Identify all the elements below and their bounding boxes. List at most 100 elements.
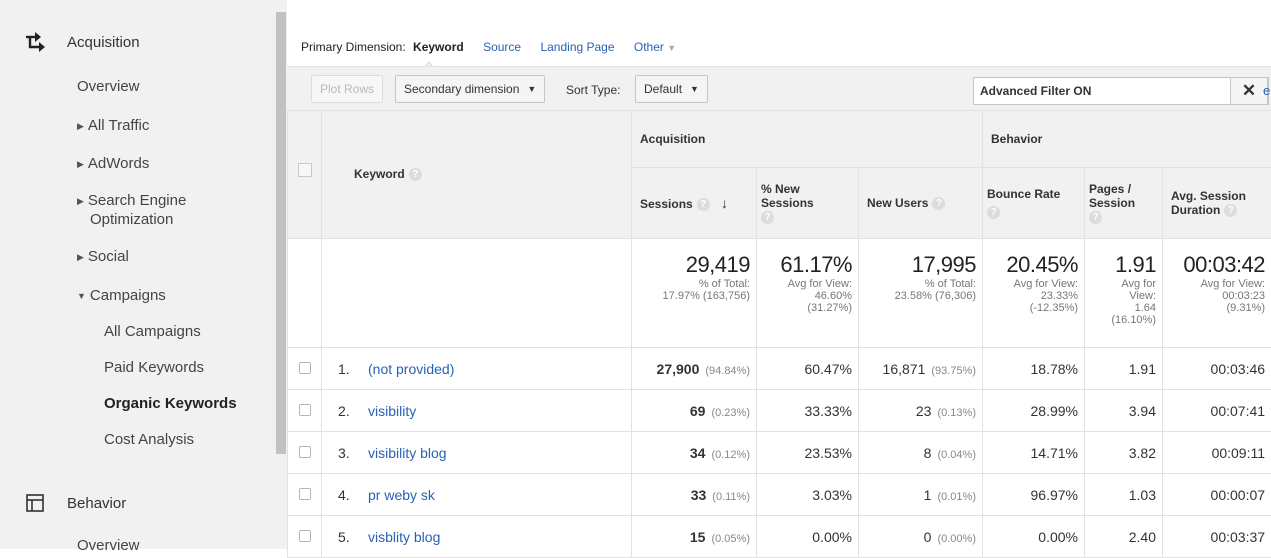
new-sessions-cell: 0.00% bbox=[757, 516, 859, 558]
select-all-checkbox[interactable] bbox=[298, 163, 312, 177]
new-users-cell: 8(0.04%) bbox=[859, 432, 983, 474]
summary-note: 23.58% (76,306) bbox=[859, 290, 982, 302]
summary-value: 1.91 bbox=[1085, 252, 1162, 278]
summary-note: % of Total: bbox=[859, 278, 982, 290]
new-users-cell: 0(0.00%) bbox=[859, 516, 983, 558]
new-sessions-header-l2: Sessions bbox=[761, 196, 814, 210]
new-users-header[interactable]: New Users? bbox=[859, 168, 983, 239]
advanced-filter-field[interactable]: Advanced Filter ON ✕ bbox=[973, 77, 1269, 105]
row-checkbox[interactable] bbox=[299, 362, 311, 374]
sidebar-item-all-traffic[interactable]: ▶All Traffic bbox=[77, 117, 149, 134]
sidebar-item-campaigns[interactable]: ▼Campaigns bbox=[77, 287, 166, 304]
secondary-dimension-dropdown[interactable]: Secondary dimension▼ bbox=[395, 75, 545, 103]
acquisition-group-header: Acquisition bbox=[632, 111, 983, 168]
primary-dimension-other[interactable]: Other ▼ bbox=[634, 40, 676, 54]
help-icon[interactable]: ? bbox=[409, 168, 422, 181]
keyword-link[interactable]: (not provided) bbox=[368, 361, 454, 377]
sidebar-item-all-campaigns[interactable]: All Campaigns bbox=[104, 323, 201, 340]
keyword-link[interactable]: visibility blog bbox=[368, 445, 447, 461]
sort-down-arrow-icon: ↓ bbox=[721, 195, 728, 211]
sidebar-item-cost-analysis[interactable]: Cost Analysis bbox=[104, 431, 194, 448]
row-number: 5. bbox=[338, 529, 362, 545]
duration-cell: 00:03:46 bbox=[1163, 348, 1271, 390]
bounce-cell: 28.99% bbox=[983, 390, 1085, 432]
sessions-percent: (94.84%) bbox=[705, 365, 750, 377]
row-checkbox[interactable] bbox=[299, 446, 311, 458]
help-icon[interactable]: ? bbox=[761, 211, 774, 224]
advanced-filter-text: Advanced Filter ON bbox=[980, 84, 1091, 98]
new-users-percent: (0.04%) bbox=[937, 449, 976, 461]
summary-keyword-cell bbox=[322, 239, 632, 348]
sidebar-item-organic-keywords[interactable]: Organic Keywords bbox=[104, 395, 237, 412]
new-users-percent: (93.75%) bbox=[931, 365, 976, 377]
other-label: Other bbox=[634, 40, 664, 54]
keyword-cell: 4.pr weby sk bbox=[322, 474, 632, 516]
sort-type-value: Default bbox=[644, 82, 682, 96]
summary-note: (16.10%) bbox=[1085, 314, 1162, 326]
row-number: 1. bbox=[338, 361, 362, 377]
sessions-cell: 27,900(94.84%) bbox=[632, 348, 757, 390]
sidebar-item-label: AdWords bbox=[88, 155, 149, 172]
bounce-rate-header[interactable]: Bounce Rate ? bbox=[983, 168, 1085, 239]
help-icon[interactable]: ? bbox=[932, 197, 945, 210]
row-checkbox[interactable] bbox=[299, 530, 311, 542]
new-sessions-cell: 23.53% bbox=[757, 432, 859, 474]
new-sessions-cell: 33.33% bbox=[757, 390, 859, 432]
sessions-header[interactable]: Sessions? ↓ bbox=[632, 168, 757, 239]
summary-avg-duration: 00:03:42 Avg for View: 00:03:23 (9.31%) bbox=[1163, 239, 1271, 348]
sidebar-item-label: Campaigns bbox=[90, 287, 166, 304]
sidebar-behavior[interactable]: Behavior bbox=[67, 495, 126, 512]
help-icon[interactable]: ? bbox=[987, 206, 1000, 219]
row-checkbox[interactable] bbox=[299, 488, 311, 500]
new-users-percent: (0.00%) bbox=[937, 533, 976, 545]
help-icon[interactable]: ? bbox=[1224, 204, 1237, 217]
summary-value: 20.45% bbox=[983, 252, 1084, 278]
summary-value: 29,419 bbox=[632, 252, 756, 278]
sessions-cell: 33(0.11%) bbox=[632, 474, 757, 516]
summary-pages: 1.91 Avg for View: 1.64 (16.10%) bbox=[1085, 239, 1163, 348]
sidebar-item-behavior-overview[interactable]: Overview bbox=[77, 537, 140, 554]
keyword-link[interactable]: visibility bbox=[368, 403, 416, 419]
help-icon[interactable]: ? bbox=[1089, 211, 1102, 224]
primary-dimension-keyword[interactable]: Keyword bbox=[413, 40, 464, 54]
behavior-group-header: Behavior bbox=[983, 111, 1271, 168]
row-checkbox[interactable] bbox=[299, 404, 311, 416]
summary-empty-cell bbox=[288, 239, 322, 348]
keyword-link[interactable]: visblity blog bbox=[368, 529, 440, 545]
keyword-cell: 3.visibility blog bbox=[322, 432, 632, 474]
summary-note: 46.60% bbox=[757, 290, 858, 302]
summary-new-sessions: 61.17% Avg for View: 46.60% (31.27%) bbox=[757, 239, 859, 348]
primary-dimension-landing-page[interactable]: Landing Page bbox=[540, 40, 614, 54]
help-icon[interactable]: ? bbox=[697, 198, 710, 211]
sessions-percent: (0.05%) bbox=[711, 533, 750, 545]
summary-note: Avg for View: bbox=[757, 278, 858, 290]
summary-note: Avg for View: bbox=[983, 278, 1084, 290]
primary-dimension-source[interactable]: Source bbox=[483, 40, 521, 54]
plot-rows-button[interactable]: Plot Rows bbox=[311, 75, 383, 103]
sidebar-item-paid-keywords[interactable]: Paid Keywords bbox=[104, 359, 204, 376]
sidebar: Acquisition Overview ▶All Traffic ▶AdWor… bbox=[0, 0, 275, 549]
sidebar-item-overview[interactable]: Overview bbox=[77, 78, 140, 95]
keyword-cell: 5. visblity blog bbox=[322, 516, 632, 558]
sessions-header-label: Sessions bbox=[640, 197, 693, 211]
sidebar-acquisition[interactable]: Acquisition bbox=[67, 34, 140, 51]
summary-note: 23.33% bbox=[983, 290, 1084, 302]
edit-link[interactable]: e bbox=[1263, 83, 1270, 98]
pages-cell: 1.91 bbox=[1085, 348, 1163, 390]
keyword-link[interactable]: pr weby sk bbox=[368, 487, 435, 503]
summary-bounce-rate: 20.45% Avg for View: 23.33% (-12.35%) bbox=[983, 239, 1085, 348]
summary-note: (-12.35%) bbox=[983, 302, 1084, 314]
sidebar-item-seo[interactable]: ▶Search Engine Optimization bbox=[77, 192, 186, 229]
avg-session-duration-header[interactable]: Avg. Session Duration? bbox=[1163, 168, 1271, 239]
new-sessions-header[interactable]: % New Sessions ? bbox=[757, 168, 859, 239]
sort-type-dropdown[interactable]: Default▼ bbox=[635, 75, 708, 103]
select-all-cell bbox=[288, 111, 322, 239]
sidebar-item-adwords[interactable]: ▶AdWords bbox=[77, 155, 149, 172]
row-select-cell bbox=[288, 516, 322, 558]
summary-row: 29,419 % of Total: 17.97% (163,756) 61.1… bbox=[288, 239, 1271, 348]
keyword-header[interactable]: Keyword? bbox=[322, 111, 632, 239]
sidebar-scrollbar-thumb[interactable] bbox=[276, 12, 286, 454]
sessions-cell: 69(0.23%) bbox=[632, 390, 757, 432]
pages-session-header[interactable]: Pages / Session ? bbox=[1085, 168, 1163, 239]
sidebar-item-social[interactable]: ▶Social bbox=[77, 248, 129, 265]
